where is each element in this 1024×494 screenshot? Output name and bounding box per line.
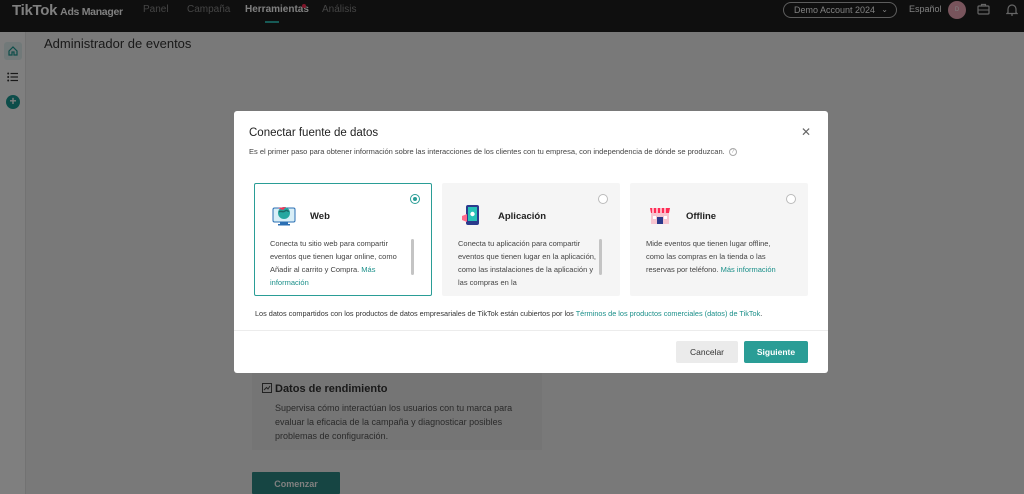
option-app-scrollbar[interactable]: [599, 239, 602, 275]
dialog-subtitle: Es el primer paso para obtener informaci…: [249, 147, 737, 157]
option-offline-label: Offline: [686, 211, 717, 222]
option-offline-more-info-link[interactable]: Más información: [721, 265, 776, 274]
next-button[interactable]: Siguiente: [744, 341, 808, 363]
terms-text: Los datos compartidos con los productos …: [255, 309, 576, 318]
store-icon: [647, 202, 673, 228]
help-icon[interactable]: ?: [728, 148, 737, 157]
option-web-description: Conecta tu sitio web para compartir even…: [270, 237, 410, 289]
option-app[interactable]: Aplicación Conecta tu aplicación para co…: [442, 183, 620, 296]
terms-link[interactable]: Términos de los productos comerciales (d…: [576, 309, 761, 318]
option-web-scrollbar[interactable]: [411, 239, 414, 275]
option-app-description: Conecta tu aplicación para compartir eve…: [458, 239, 597, 287]
mobile-app-icon: [459, 202, 485, 228]
radio-web[interactable]: [410, 194, 420, 204]
radio-offline[interactable]: [786, 194, 796, 204]
dialog-subtitle-text: Es el primer paso para obtener informaci…: [249, 147, 725, 156]
dialog-footer-divider: [234, 330, 828, 331]
connect-data-source-dialog: Conectar fuente de datos ✕ Es el primer …: [234, 111, 828, 373]
option-offline-description: Mide eventos que tienen lugar offline, c…: [646, 237, 786, 276]
dialog-title: Conectar fuente de datos: [249, 127, 379, 139]
web-globe-icon: [271, 202, 297, 228]
option-web-description-text: Conecta tu sitio web para compartir even…: [270, 239, 397, 274]
cancel-button[interactable]: Cancelar: [676, 341, 738, 363]
close-icon[interactable]: ✕: [801, 125, 811, 139]
option-app-label: Aplicación: [498, 211, 547, 222]
terms-notice: Los datos compartidos con los productos …: [255, 309, 762, 318]
radio-app[interactable]: [598, 194, 608, 204]
option-offline[interactable]: Offline Mide eventos que tienen lugar of…: [630, 183, 808, 296]
option-web[interactable]: Web Conecta tu sitio web para compartir …: [254, 183, 432, 296]
option-web-label: Web: [310, 211, 330, 222]
terms-end: .: [760, 309, 763, 318]
